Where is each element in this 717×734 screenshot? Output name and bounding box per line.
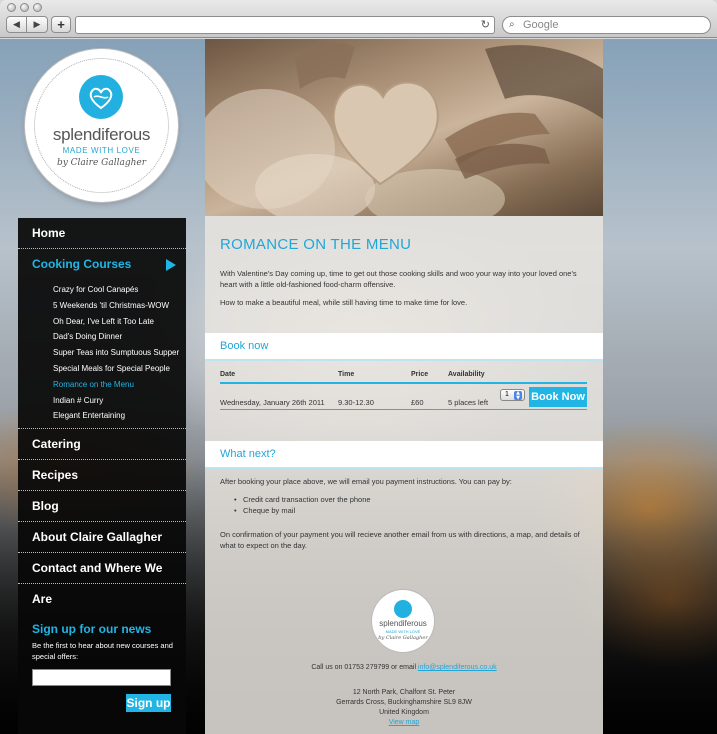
book-now-title: Book now — [220, 340, 269, 352]
confirmation-paragraph: On confirmation of your payment you will… — [220, 530, 580, 550]
page-title: ROMANCE ON THE MENU — [220, 236, 412, 253]
site-logo[interactable]: splendiferous MADE WITH LOVE by Claire G… — [28, 52, 175, 199]
quantity-select[interactable]: 1 ▲ ▼ — [500, 389, 525, 401]
table-header-price: Price — [411, 371, 429, 378]
footer-address-2: Gerrards Cross, Buckinghamshire SL9 8JW — [336, 699, 472, 706]
nav-catering[interactable]: Catering — [18, 429, 186, 461]
signup-email-input[interactable] — [32, 669, 171, 686]
nav-blog-label: Blog — [32, 499, 59, 514]
plus-icon: + — [57, 17, 65, 32]
logo-name: splendiferous — [52, 125, 151, 144]
footer-logo-signature: by Claire Gallagher — [378, 635, 428, 641]
nav-cooking-courses[interactable]: Cooking Courses — [18, 249, 186, 280]
nav-recipes[interactable]: Recipes — [18, 460, 186, 492]
list-item: Credit card transaction over the phone — [234, 494, 371, 505]
stepper-arrows-icon: ▲ ▼ — [514, 391, 522, 400]
search-icon: ⌕ — [509, 19, 515, 30]
signup-text: Be the first to hear about new courses a… — [32, 641, 173, 661]
signup-title: Sign up for our news — [32, 622, 152, 636]
nav-home[interactable]: Home — [18, 218, 186, 249]
table-header-availability: Availability — [448, 371, 485, 378]
sidebar-nav: Home Cooking Courses Crazy for Cool Cana… — [18, 218, 186, 734]
footer-email-link[interactable]: info@splendiferous.co.uk — [418, 664, 497, 671]
nav-about-label: About Claire Gallagher — [32, 530, 163, 545]
search-placeholder: Google — [523, 19, 559, 31]
what-next-title: What next? — [220, 448, 276, 460]
booking-price: £60 — [411, 398, 424, 407]
heart-logo-icon — [394, 600, 412, 618]
forward-button[interactable]: ▶ — [27, 16, 48, 33]
close-window-button[interactable] — [7, 3, 16, 12]
search-field[interactable]: ⌕ Google — [502, 16, 711, 34]
window-controls — [7, 3, 42, 12]
nav-contact[interactable]: Contact and Where We Are — [18, 553, 186, 606]
back-arrow-icon: ◀ — [13, 19, 20, 30]
booking-time: 9.30-12.30 — [338, 398, 374, 407]
footer-address-3: United Kingdom — [379, 709, 429, 716]
submenu-item[interactable]: Oh Dear, I've Left it Too Late — [18, 314, 186, 330]
payment-methods-list: Credit card transaction over the phone C… — [234, 494, 371, 516]
triangle-right-icon — [166, 259, 176, 271]
book-now-button[interactable]: Book Now — [529, 387, 587, 407]
nav-about[interactable]: About Claire Gallagher — [18, 522, 186, 554]
zoom-window-button[interactable] — [33, 3, 42, 12]
footer-contact: Call us on 01753 279799 or email info@sp… — [205, 664, 603, 671]
course-submenu: Crazy for Cool Canapés 5 Weekends 'til C… — [18, 280, 186, 430]
nav-catering-label: Catering — [32, 437, 81, 452]
submenu-item[interactable]: Crazy for Cool Canapés — [18, 282, 186, 298]
booking-availability: 5 places left — [448, 398, 489, 407]
footer-logo[interactable]: splendiferous MADE WITH LOVE by Claire G… — [372, 590, 434, 652]
what-next-header: What next? — [205, 441, 603, 469]
signup-button[interactable]: Sign up — [126, 694, 171, 712]
heart-logo-icon — [79, 75, 123, 119]
table-divider — [220, 382, 587, 384]
submenu-item[interactable]: Indian # Curry — [18, 393, 186, 409]
table-header-time: Time — [338, 371, 355, 378]
submenu-item[interactable]: Elegant Entertaining — [18, 408, 186, 424]
logo-signature: by Claire Gallagher — [56, 158, 147, 168]
browser-toolbar: ◀ ▶ + ↻ ⌕ Google — [0, 0, 717, 38]
submenu-item-current[interactable]: Romance on the Menu — [18, 377, 186, 393]
main-content: ROMANCE ON THE MENU With Valentine's Day… — [205, 39, 603, 734]
intro-paragraph: With Valentine's Day coming up, time to … — [220, 269, 577, 289]
view-map-link[interactable]: View map — [389, 719, 420, 726]
reload-icon[interactable]: ↻ — [481, 18, 490, 31]
table-header-date: Date — [220, 371, 236, 378]
submenu-item[interactable]: Super Teas into Sumptuous Supper — [18, 345, 186, 361]
footer-logo-name: splendiferous — [379, 619, 427, 628]
nav-home-label: Home — [32, 226, 66, 240]
nav-cooking-courses-label: Cooking Courses — [32, 257, 132, 271]
nav-contact-label: Contact and Where We Are — [32, 561, 163, 607]
book-now-header: Book now — [205, 333, 603, 361]
new-tab-button[interactable]: + — [51, 16, 71, 33]
quantity-value: 1 — [505, 391, 509, 398]
submenu-item[interactable]: 5 Weekends 'til Christmas-WOW — [18, 298, 186, 314]
nav-blog[interactable]: Blog — [18, 491, 186, 523]
intro-paragraph-2: How to make a beautiful meal, while stil… — [220, 298, 468, 307]
minimize-window-button[interactable] — [20, 3, 29, 12]
list-item: Cheque by mail — [234, 505, 371, 516]
booking-date: Wednesday, January 26th 2011 — [220, 398, 325, 407]
footer-address-1: 12 North Park, Chalfont St. Peter — [352, 689, 456, 696]
submenu-item[interactable]: Dad's Doing Dinner — [18, 329, 186, 345]
footer-map-line: View map — [205, 719, 603, 726]
logo-tagline: MADE WITH LOVE — [62, 146, 141, 155]
history-buttons: ◀ ▶ — [6, 16, 48, 33]
forward-arrow-icon: ▶ — [33, 19, 41, 30]
payment-intro: After booking your place above, we will … — [220, 477, 512, 486]
footer-logo-tagline: MADE WITH LOVE — [385, 629, 421, 634]
back-button[interactable]: ◀ — [6, 16, 27, 33]
table-bottom-line — [220, 409, 587, 410]
hero-image — [205, 39, 603, 216]
nav-recipes-label: Recipes — [32, 468, 79, 483]
submenu-item[interactable]: Special Meals for Special People — [18, 361, 186, 377]
footer-call-text: Call us on 01753 279799 or email — [311, 664, 418, 671]
address-bar[interactable]: ↻ — [75, 16, 495, 34]
